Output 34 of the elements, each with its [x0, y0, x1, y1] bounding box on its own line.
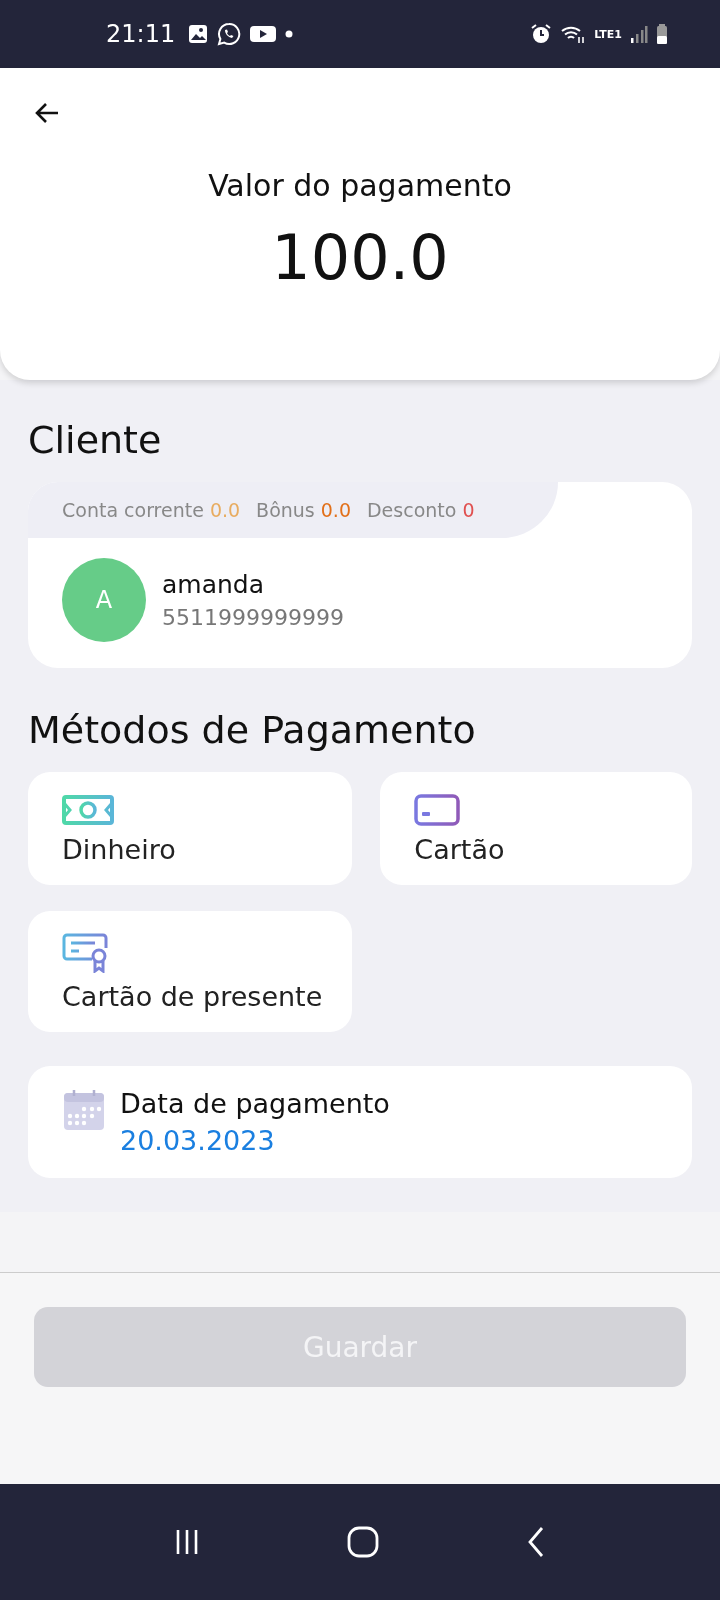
- balance-value: 0: [462, 499, 475, 521]
- signal-icon: [630, 24, 648, 44]
- calendar-icon: [62, 1088, 106, 1132]
- chat-icon: [217, 22, 242, 46]
- balance-label: Conta corrente: [62, 499, 204, 521]
- battery-icon: [656, 23, 668, 45]
- balance-label: Bônus: [256, 499, 315, 521]
- client-card[interactable]: Conta corrente 0.0 Bônus 0.0 Desconto 0 A amanda 5511999999999: [28, 482, 692, 668]
- certificate-icon: [62, 933, 110, 973]
- video-icon: [249, 23, 278, 45]
- network-label: LTE1: [594, 28, 622, 40]
- alarm-icon: [530, 23, 553, 45]
- payment-method-card[interactable]: Cartão de presente: [28, 911, 353, 1032]
- balance-value: 0.0: [320, 499, 351, 521]
- client-phone: 5511999999999: [162, 605, 344, 630]
- payment-method-card[interactable]: Dinheiro: [28, 772, 353, 885]
- payment-value-label: Valor do pagamento: [208, 168, 512, 203]
- balance-label: Desconto: [367, 499, 457, 521]
- section-title: Métodos de Pagamento: [28, 708, 477, 752]
- gallery-icon: [187, 23, 210, 45]
- payment-date-card[interactable]: Data de pagamento 20.03.2023: [28, 1066, 692, 1178]
- payment-method-card[interactable]: Cartão: [380, 772, 692, 885]
- status-time: 21:11: [106, 20, 176, 48]
- client-name: amanda: [162, 570, 266, 599]
- section-title: Cliente: [28, 418, 163, 462]
- banknote-icon: [62, 794, 114, 826]
- notification-dot-icon: [285, 30, 294, 38]
- home-icon[interactable]: [346, 1525, 380, 1559]
- balance-value: 0.0: [209, 499, 241, 521]
- payment-amount: 100.0: [271, 221, 449, 294]
- payment-date-label: Data de pagamento: [120, 1088, 390, 1119]
- credit-card-icon: [414, 794, 461, 826]
- payment-date-value: 20.03.2023: [120, 1125, 276, 1156]
- client-avatar: A: [62, 558, 146, 642]
